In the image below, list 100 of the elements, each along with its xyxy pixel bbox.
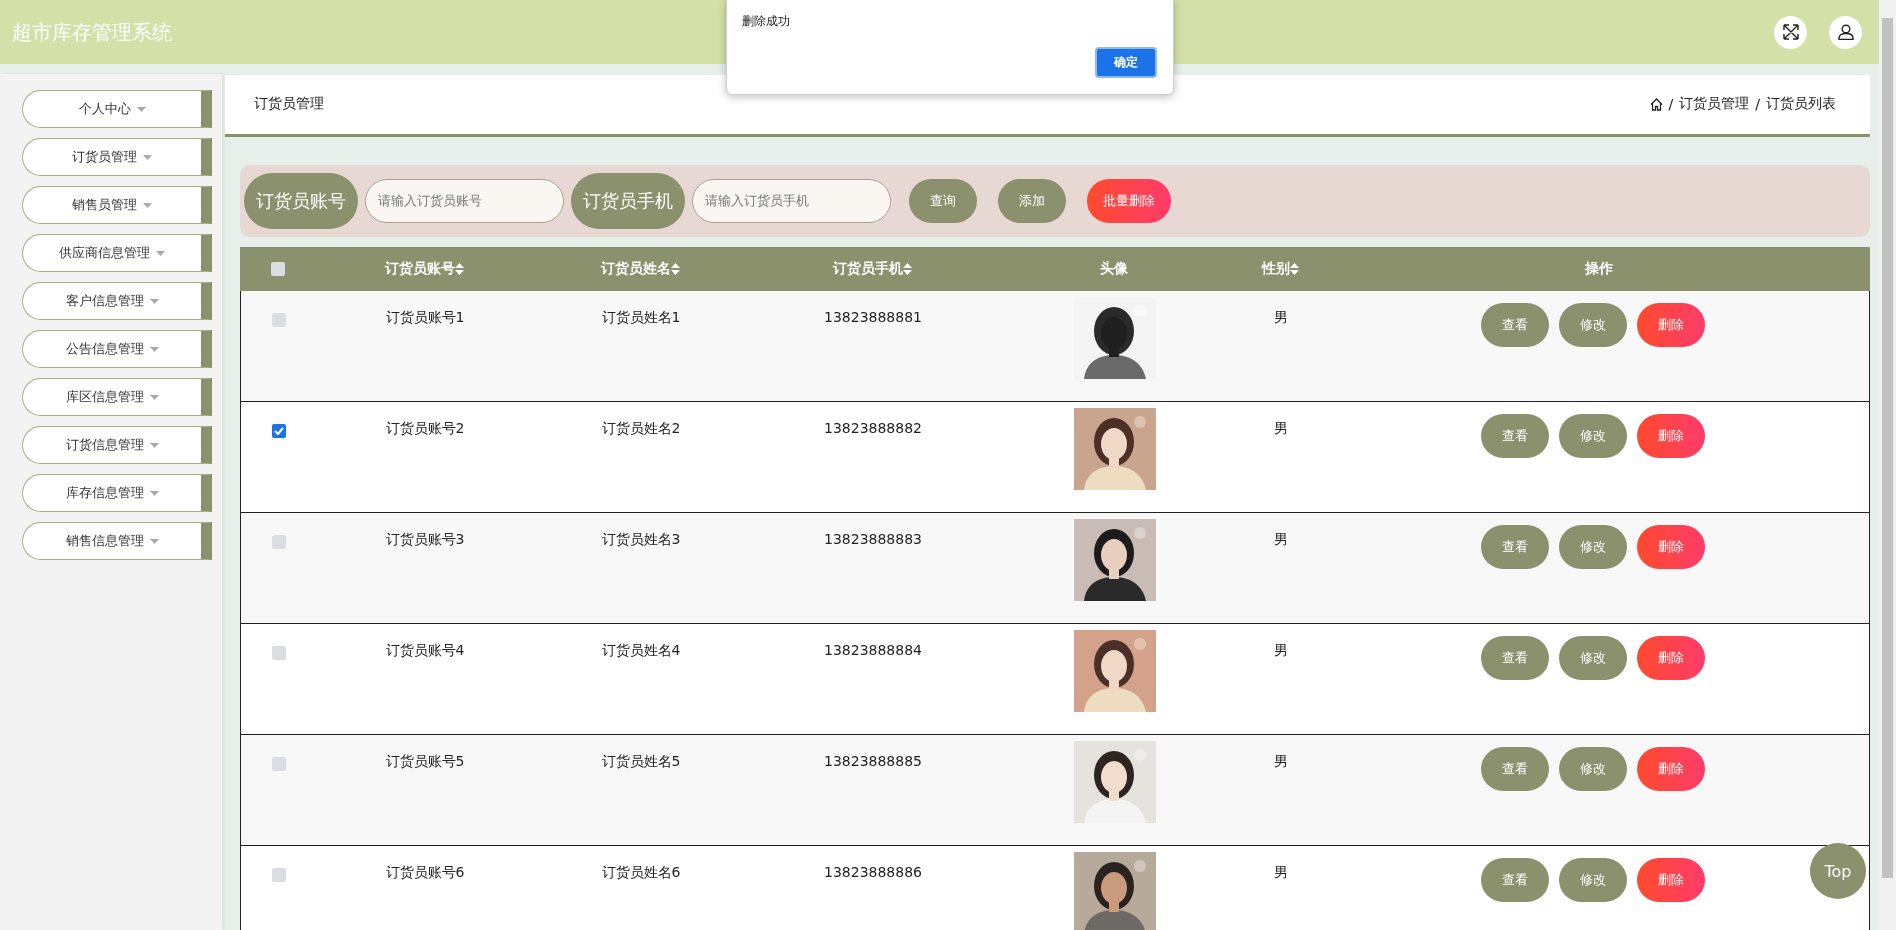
checkbox[interactable] — [272, 534, 286, 549]
table-cell: 订货员账号3 — [385, 530, 465, 549]
table-cell: 订货员姓名3 — [601, 530, 681, 549]
action-button[interactable]: 查看 — [1481, 746, 1549, 791]
sort-icon — [1289, 262, 1299, 275]
fullscreen-button[interactable] — [1774, 15, 1807, 49]
breadcrumb-link[interactable]: 订货员列表 — [1766, 95, 1836, 114]
checkbox[interactable] — [272, 423, 286, 438]
table-cell: 订货员账号5 — [385, 752, 465, 771]
sidebar-item[interactable]: 销售信息管理 — [22, 522, 212, 560]
table-cell: 男 — [1274, 641, 1288, 660]
caret-icon — [143, 154, 152, 160]
caret-icon — [149, 394, 159, 400]
column-header[interactable]: 订货员账号 — [384, 259, 464, 278]
table-cell: 13823888884 — [824, 641, 922, 658]
checkbox[interactable] — [272, 645, 286, 660]
action-button[interactable]: 添加 — [998, 178, 1066, 223]
home-icon[interactable] — [1649, 97, 1663, 111]
caret-icon — [149, 298, 159, 304]
sidebar-item[interactable]: 库存信息管理 — [22, 474, 212, 512]
delete-button[interactable]: 删除 — [1637, 524, 1705, 569]
column-header: 操作 — [1585, 259, 1613, 278]
sidebar-item[interactable]: 订货员管理 — [22, 138, 212, 176]
table-cell: 13823888883 — [824, 530, 922, 547]
page-title: 订货员管理 — [254, 95, 325, 114]
sidebar-item[interactable]: 公告信息管理 — [22, 330, 212, 368]
table-cell: 男 — [1274, 530, 1288, 549]
column-header[interactable]: 订货员手机 — [832, 259, 912, 278]
sidebar-item[interactable]: 销售员管理 — [22, 186, 212, 224]
action-button[interactable]: 修改 — [1559, 635, 1627, 680]
action-button[interactable]: 修改 — [1559, 524, 1627, 569]
delete-button[interactable]: 删除 — [1637, 413, 1705, 458]
checkbox[interactable] — [272, 867, 286, 882]
sort-icon — [454, 262, 464, 275]
fullscreen-icon — [1782, 24, 1799, 40]
search-field[interactable]: 请输入订货员账号 — [365, 178, 564, 223]
table-cell: 订货员账号4 — [385, 641, 465, 660]
table-cell: 13823888882 — [824, 419, 922, 436]
action-button[interactable]: 查询 — [909, 178, 977, 223]
field-label: 订货员账号 — [244, 172, 358, 229]
caret-icon — [156, 250, 165, 256]
table-cell: 订货员姓名5 — [601, 752, 681, 771]
sort-icon — [670, 262, 680, 275]
checkbox[interactable] — [271, 261, 285, 276]
caret-icon — [136, 106, 146, 112]
breadcrumb-separator: / — [1668, 96, 1674, 113]
sort-icon — [902, 262, 912, 275]
sidebar-item[interactable]: 订货信息管理 — [22, 426, 212, 464]
caret-icon — [149, 442, 159, 448]
table-cell: 订货员账号1 — [385, 308, 465, 327]
sidebar-item[interactable]: 供应商信息管理 — [22, 234, 212, 272]
checkbox[interactable] — [272, 312, 286, 327]
sidebar-item[interactable]: 客户信息管理 — [22, 282, 212, 320]
dialog-message: 删除成功 — [742, 13, 791, 30]
table-cell: 13823888881 — [824, 308, 922, 325]
table-cell: 订货员账号2 — [385, 419, 465, 438]
batch-delete-button[interactable]: 批量删除 — [1087, 178, 1171, 223]
table-cell: 男 — [1274, 308, 1288, 327]
caret-icon — [149, 490, 159, 496]
action-button[interactable]: 修改 — [1559, 857, 1627, 902]
action-button[interactable]: 查看 — [1481, 857, 1549, 902]
user-icon — [1837, 24, 1854, 40]
sidebar-item[interactable]: 库区信息管理 — [22, 378, 212, 416]
table-cell: 订货员姓名2 — [601, 419, 681, 438]
sidebar-item[interactable]: 个人中心 — [22, 90, 212, 128]
action-button[interactable]: 查看 — [1481, 413, 1549, 458]
table-cell: 男 — [1274, 752, 1288, 771]
delete-button[interactable]: 删除 — [1637, 635, 1705, 680]
table-cell: 订货员账号6 — [385, 863, 465, 882]
user-button[interactable] — [1829, 15, 1862, 49]
column-header[interactable]: 订货员姓名 — [600, 259, 680, 278]
search-field[interactable]: 请输入订货员手机 — [692, 178, 891, 223]
delete-button[interactable]: 删除 — [1637, 302, 1705, 347]
breadcrumb-separator: / — [1755, 96, 1760, 113]
caret-icon — [143, 202, 152, 208]
action-button[interactable]: 修改 — [1559, 302, 1627, 347]
app-title: 超市库存管理系统 — [12, 19, 172, 45]
table-cell: 男 — [1274, 419, 1288, 438]
confirm-button[interactable]: 确定 — [1095, 47, 1157, 78]
action-button[interactable]: 修改 — [1559, 746, 1627, 791]
caret-icon — [149, 538, 159, 544]
table-cell: 13823888885 — [824, 752, 922, 769]
action-button[interactable]: 查看 — [1481, 524, 1549, 569]
scrollbar-thumb[interactable] — [1882, 18, 1893, 878]
action-button[interactable]: 查看 — [1481, 635, 1549, 680]
action-button[interactable]: 修改 — [1559, 413, 1627, 458]
table-cell: 13823888886 — [824, 863, 922, 880]
column-header: 头像 — [1100, 259, 1128, 278]
field-label: 订货员手机 — [571, 172, 685, 229]
delete-button[interactable]: 删除 — [1637, 746, 1705, 791]
table-cell: 订货员姓名6 — [601, 863, 681, 882]
column-header[interactable]: 性别 — [1261, 259, 1299, 278]
action-button[interactable]: 查看 — [1481, 302, 1549, 347]
breadcrumb-link[interactable]: 订货员管理 — [1679, 95, 1750, 114]
caret-icon — [149, 346, 159, 352]
checkbox[interactable] — [272, 756, 286, 771]
table-cell: 订货员姓名4 — [601, 641, 681, 660]
delete-button[interactable]: 删除 — [1637, 857, 1705, 902]
table-cell: 男 — [1274, 863, 1288, 882]
table-cell: 订货员姓名1 — [601, 308, 681, 327]
